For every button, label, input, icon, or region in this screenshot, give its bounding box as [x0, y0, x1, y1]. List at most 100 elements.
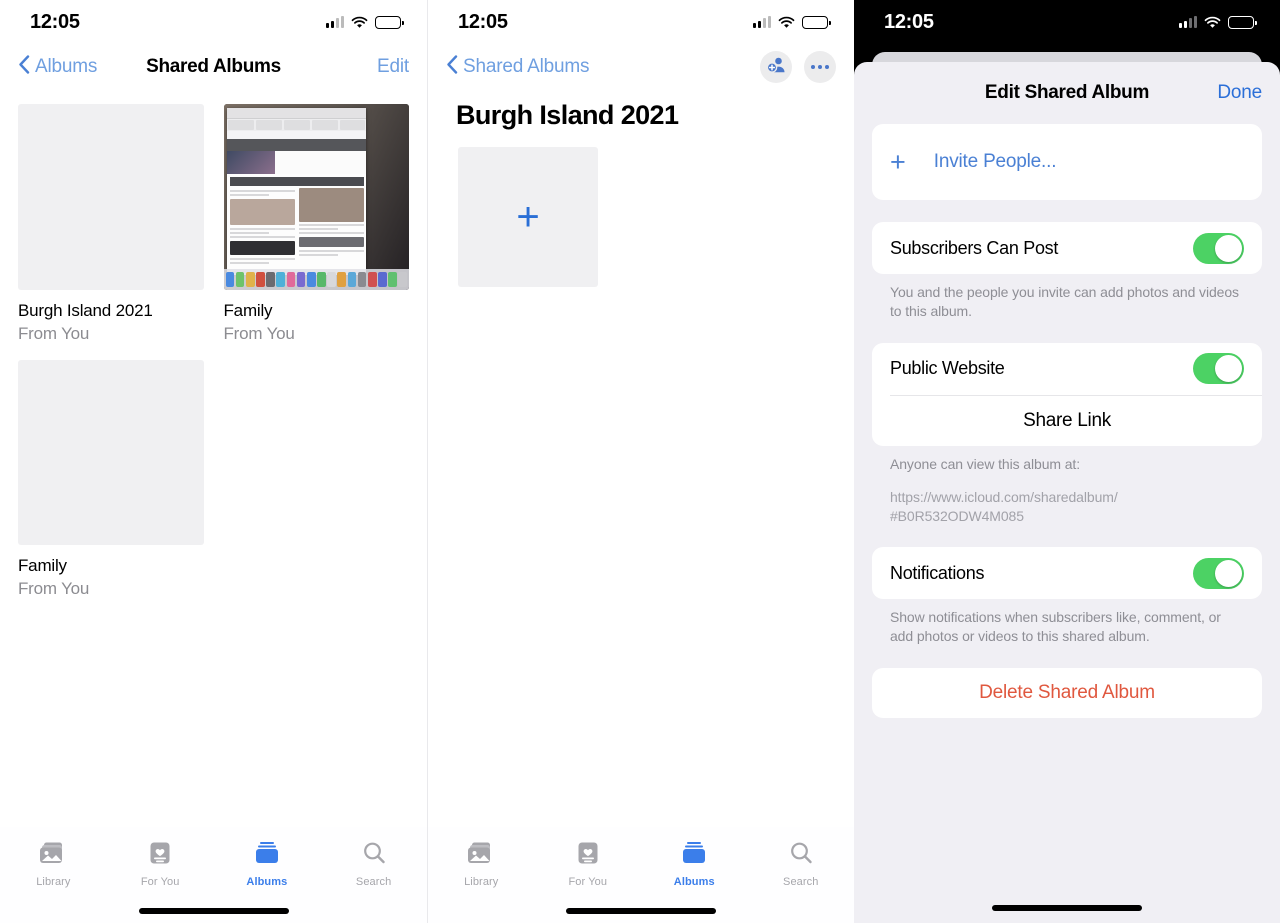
tab-for-you[interactable]: For You [107, 841, 214, 888]
wifi-icon [778, 16, 795, 29]
shared-albums-grid: Burgh Island 2021 From You Family From Y… [0, 90, 427, 599]
notifications-footnote: Show notifications when subscribers like… [890, 609, 1221, 645]
home-indicator [138, 908, 289, 914]
album-card[interactable]: Family From You [18, 359, 204, 600]
plus-icon: + [516, 195, 540, 239]
albums-icon [680, 841, 708, 870]
battery-icon [375, 15, 404, 29]
nav-actions [760, 51, 836, 83]
back-button-label: Shared Albums [463, 56, 590, 77]
navigation-bar: Albums Shared Albums Edit [0, 44, 427, 90]
photo-stack-icon [39, 841, 67, 870]
public-website-card: Public Website Share Link [872, 342, 1262, 446]
tab-albums[interactable]: Albums [214, 841, 321, 888]
status-bar: 12:05 [0, 0, 427, 44]
battery-icon [1228, 15, 1257, 29]
add-people-button[interactable] [760, 51, 792, 83]
tab-for-you[interactable]: For You [535, 841, 642, 888]
albums-icon [253, 841, 281, 870]
back-button-shared-albums[interactable]: Shared Albums [446, 55, 589, 79]
album-card[interactable]: Family From You [223, 104, 409, 344]
search-icon [789, 841, 813, 870]
public-website-footnote: Anyone can view this album at: [890, 455, 1080, 472]
tab-library[interactable]: Library [428, 841, 535, 888]
share-link-row[interactable]: Share Link [872, 396, 1262, 446]
notifications-toggle[interactable] [1193, 557, 1244, 589]
sheet-navigation-bar: Edit Shared Album Done [854, 62, 1280, 124]
public-website-url-line1: https://www.icloud.com/sharedalbum/ [890, 488, 1118, 505]
album-title: Family [18, 556, 67, 575]
back-button-albums[interactable]: Albums [18, 55, 97, 79]
sheet-content: + Invite People... Subscribers Can Post … [854, 124, 1280, 923]
status-bar: 12:05 [854, 0, 1280, 44]
status-bar-indicators [1178, 15, 1257, 29]
status-bar-indicators [752, 15, 831, 29]
album-title: Burgh Island 2021 [18, 300, 153, 320]
subscribers-can-post-row[interactable]: Subscribers Can Post [872, 222, 1262, 274]
invite-people-label: Invite People... [933, 151, 1057, 172]
status-bar-indicators [325, 15, 404, 29]
delete-shared-album-label: Delete Shared Album [979, 682, 1155, 704]
tab-for-you-label: For You [568, 876, 608, 888]
public-website-row[interactable]: Public Website [872, 343, 1262, 395]
album-card[interactable]: Burgh Island 2021 From You [18, 104, 204, 344]
tab-search-label: Search [355, 876, 392, 888]
tab-search-label: Search [783, 876, 819, 888]
home-indicator [992, 905, 1142, 911]
tab-albums-label: Albums [673, 876, 715, 888]
done-button[interactable]: Done [1217, 82, 1262, 104]
invite-card: + Invite People... [872, 124, 1262, 200]
notifications-card: Notifications [872, 547, 1262, 600]
tab-library-label: Library [464, 876, 499, 888]
more-options-icon [811, 65, 829, 69]
album-thumbnail[interactable] [223, 104, 409, 290]
panel-album-detail: 12:05 Shared Albums Burgh Island 2021 + … [427, 0, 854, 923]
chevron-left-icon [446, 55, 458, 79]
notifications-label: Notifications [890, 562, 985, 583]
delete-card: Delete Shared Album [872, 668, 1262, 719]
album-title: Family [223, 300, 273, 320]
back-button-label: Albums [35, 56, 98, 77]
panel-shared-albums: 12:05 Albums Shared Albums Edit Burgh Is… [0, 0, 427, 923]
mac-desktop-screenshot-icon [223, 104, 409, 290]
add-photos-tile[interactable]: + [458, 147, 598, 287]
cellular-signal-icon [752, 16, 771, 28]
tab-albums[interactable]: Albums [641, 841, 748, 888]
tab-bar: Library For You Albums Search [0, 827, 427, 923]
sheet-title: Edit Shared Album [984, 82, 1150, 103]
subscribers-can-post-toggle[interactable] [1193, 232, 1244, 264]
add-people-icon [766, 56, 786, 78]
tab-search[interactable]: Search [748, 841, 855, 888]
edit-button[interactable]: Edit [377, 56, 409, 78]
mac-dock-icon [223, 269, 409, 290]
for-you-icon [576, 841, 600, 870]
album-subtitle: From You [223, 323, 295, 343]
panel-edit-shared-album: 12:05 Edit Shared Album Done + Invite Pe… [854, 0, 1280, 923]
status-bar-time: 12:05 [884, 10, 934, 33]
tab-library[interactable]: Library [0, 841, 107, 888]
tab-albums-label: Albums [246, 876, 288, 888]
tab-bar: Library For You Albums Search [428, 827, 854, 923]
notifications-row[interactable]: Notifications [872, 547, 1262, 599]
status-bar-time: 12:05 [30, 10, 80, 33]
delete-shared-album-row[interactable]: Delete Shared Album [872, 668, 1262, 718]
tab-for-you-label: For You [140, 876, 180, 888]
subscribers-footnote: You and the people you invite can add ph… [890, 284, 1239, 319]
album-thumbnail[interactable] [18, 104, 204, 290]
photo-stack-icon [467, 841, 495, 870]
share-link-label: Share Link [1023, 409, 1111, 431]
edit-shared-album-sheet: Edit Shared Album Done + Invite People..… [854, 62, 1280, 923]
more-options-button[interactable] [804, 51, 836, 83]
tab-search[interactable]: Search [320, 841, 427, 888]
invite-people-row[interactable]: + Invite People... [872, 124, 1262, 200]
subscribers-can-post-label: Subscribers Can Post [890, 237, 1059, 258]
public-website-toggle[interactable] [1193, 353, 1244, 385]
home-indicator [566, 908, 716, 914]
plus-icon: + [890, 146, 906, 177]
album-thumbnail[interactable] [18, 359, 204, 545]
cellular-signal-icon [325, 16, 344, 28]
wifi-icon [351, 16, 368, 29]
status-bar: 12:05 [428, 0, 854, 44]
subscribers-card: Subscribers Can Post [872, 222, 1262, 274]
navigation-bar: Shared Albums [428, 44, 854, 90]
